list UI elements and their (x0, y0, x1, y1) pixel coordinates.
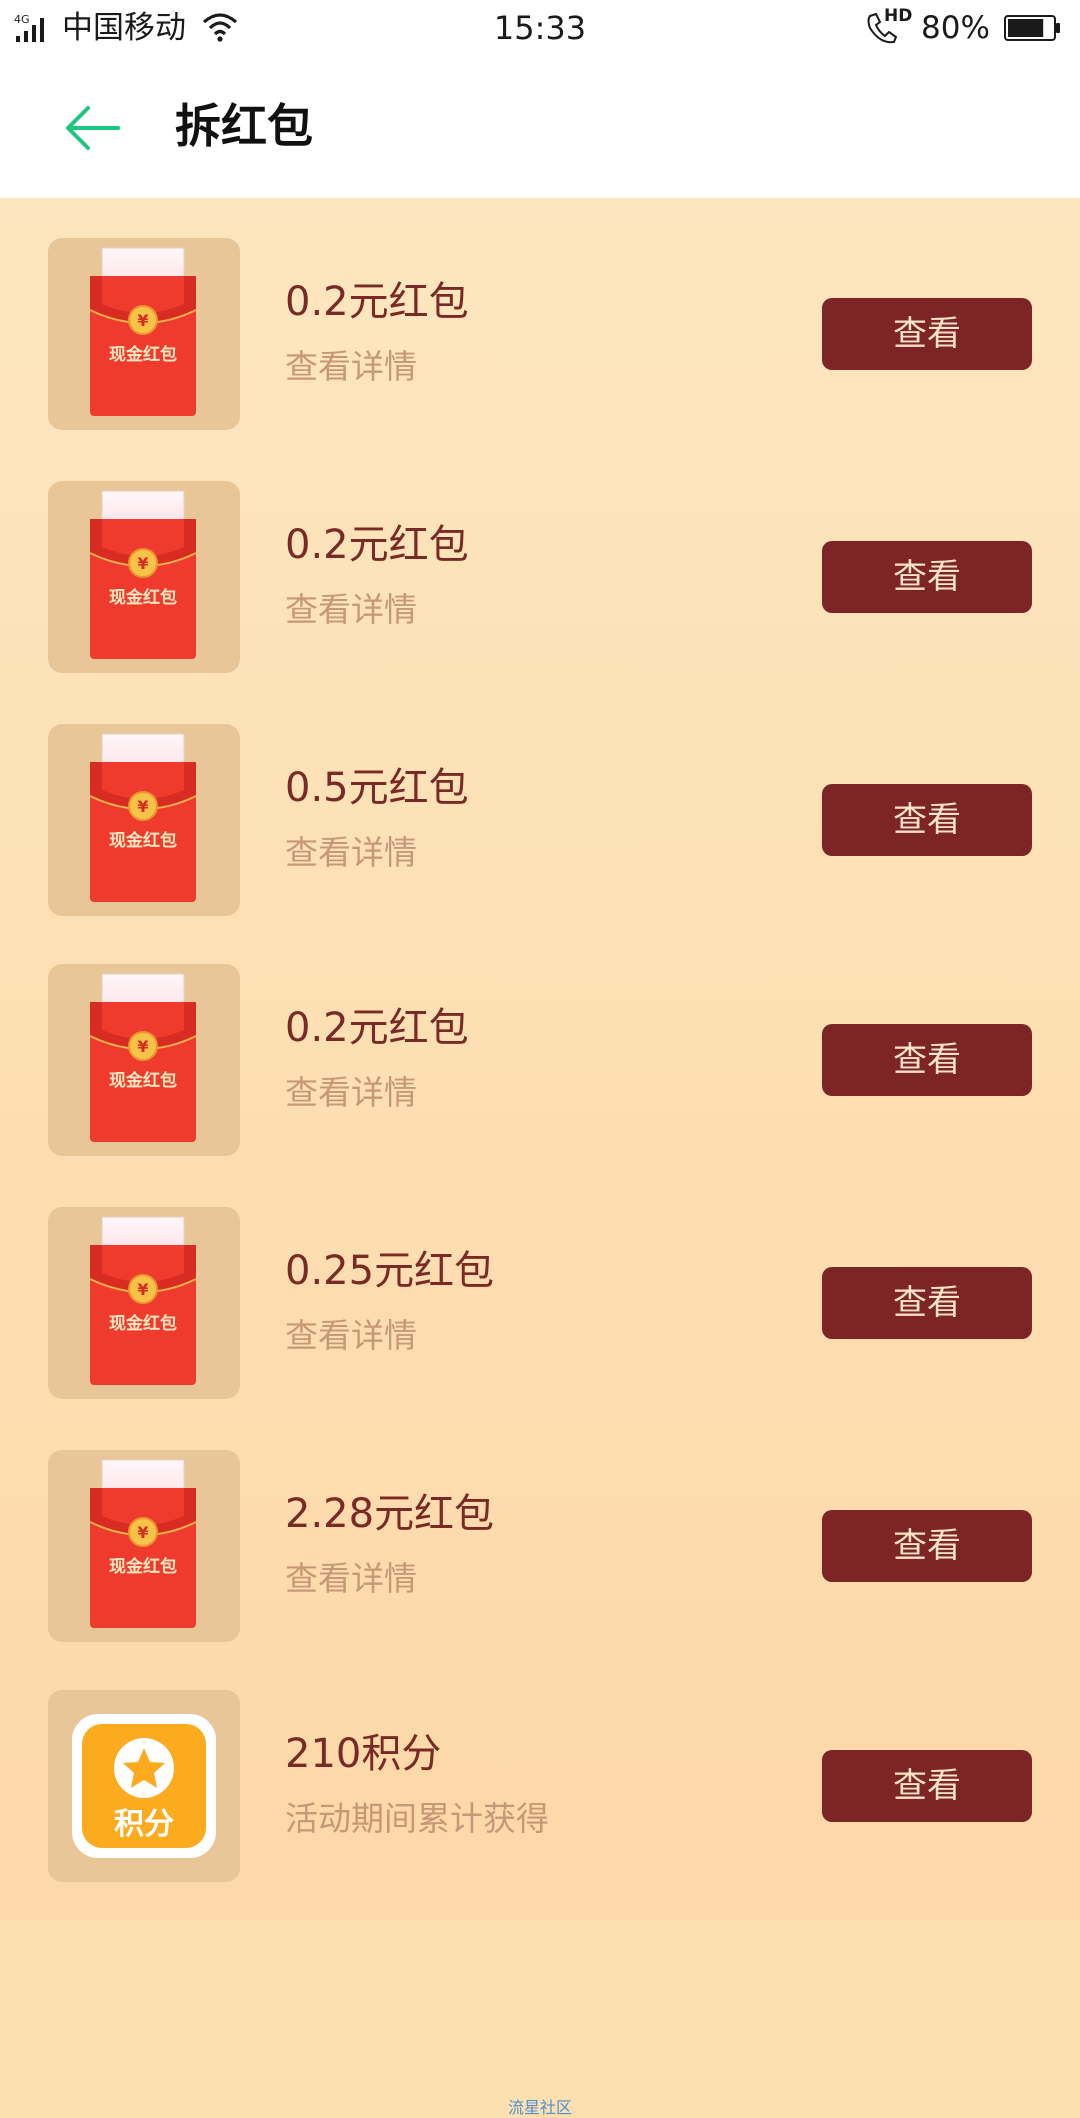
reward-list-item: 积分 210积分 活动期间累计获得 查看 (0, 1690, 1080, 1882)
reward-subtitle: 查看详情 (285, 833, 417, 872)
battery-percentage: 80% (921, 10, 990, 46)
envelope-label: 现金红包 (109, 1313, 177, 1334)
view-button[interactable]: 查看 (822, 1510, 1032, 1582)
yuan-symbol: ¥ (137, 554, 148, 573)
reward-title: 0.2元红包 (285, 1005, 469, 1051)
yuan-symbol: ¥ (137, 797, 148, 816)
clock: 15:33 (493, 9, 587, 47)
status-bar: 4G 中国移动 15:33 HD 80% (0, 0, 1080, 58)
reward-title: 0.2元红包 (285, 522, 469, 568)
reward-subtitle: 查看详情 (285, 1559, 417, 1598)
reward-thumbnail: ¥ 现金红包 (48, 238, 240, 430)
envelope-label: 现金红包 (109, 1556, 177, 1577)
red-envelope-icon: ¥ 现金红包 (89, 1459, 197, 1628)
reward-thumbnail: ¥ 现金红包 (48, 964, 240, 1156)
reward-title: 210积分 (285, 1731, 442, 1777)
hd-voice-label: HD (884, 6, 913, 26)
reward-subtitle: 查看详情 (285, 590, 417, 629)
yuan-symbol: ¥ (137, 311, 148, 330)
reward-thumbnail: ¥ 现金红包 (48, 1207, 240, 1399)
back-arrow-icon[interactable] (64, 102, 122, 154)
reward-list-item: ¥ 现金红包 0.25元红包 查看详情 查看 (0, 1207, 1080, 1399)
watermark-text: 流星社区 (507, 2098, 572, 2117)
reward-subtitle: 查看详情 (285, 1316, 417, 1355)
view-button[interactable]: 查看 (822, 1267, 1032, 1339)
reward-title: 2.28元红包 (285, 1491, 495, 1537)
points-icon: 积分 (72, 1714, 216, 1858)
yuan-symbol: ¥ (137, 1280, 148, 1299)
reward-thumbnail: ¥ 现金红包 (48, 1450, 240, 1642)
envelope-label: 现金红包 (109, 587, 177, 608)
red-envelope-icon: ¥ 现金红包 (89, 733, 197, 902)
points-icon-label: 积分 (114, 1807, 174, 1842)
red-envelope-icon: ¥ 现金红包 (89, 490, 197, 659)
reward-thumbnail: ¥ 现金红包 (48, 724, 240, 916)
red-envelope-icon: ¥ 现金红包 (89, 1216, 197, 1385)
view-button[interactable]: 查看 (822, 541, 1032, 613)
reward-title: 0.5元红包 (285, 765, 469, 811)
reward-thumbnail: ¥ 现金红包 (48, 481, 240, 673)
reward-title: 0.25元红包 (285, 1248, 495, 1294)
reward-thumbnail: 积分 (48, 1690, 240, 1882)
page-title: 拆红包 (175, 99, 313, 153)
red-envelope-icon: ¥ 现金红包 (89, 247, 197, 416)
view-button[interactable]: 查看 (822, 1024, 1032, 1096)
reward-subtitle: 查看详情 (285, 347, 417, 386)
reward-list-item: ¥ 现金红包 0.2元红包 查看详情 查看 (0, 964, 1080, 1156)
envelope-label: 现金红包 (109, 344, 177, 365)
reward-list-item: ¥ 现金红包 2.28元红包 查看详情 查看 (0, 1450, 1080, 1642)
view-button[interactable]: 查看 (822, 1750, 1032, 1822)
envelope-label: 现金红包 (109, 830, 177, 851)
envelope-label: 现金红包 (109, 1070, 177, 1091)
reward-list-item: ¥ 现金红包 0.2元红包 查看详情 查看 (0, 238, 1080, 430)
reward-list-item: ¥ 现金红包 0.2元红包 查看详情 查看 (0, 481, 1080, 673)
battery-icon (1004, 15, 1060, 41)
view-button[interactable]: 查看 (822, 784, 1032, 856)
reward-subtitle: 活动期间累计获得 (285, 1799, 549, 1838)
view-button[interactable]: 查看 (822, 298, 1032, 370)
yuan-symbol: ¥ (137, 1523, 148, 1542)
reward-list-item: ¥ 现金红包 0.5元红包 查看详情 查看 (0, 724, 1080, 916)
app-header: 拆红包 (0, 58, 1080, 198)
reward-subtitle: 查看详情 (285, 1073, 417, 1112)
reward-list: ¥ 现金红包 0.2元红包 查看详情 查看 ¥ 现金红包 0.2元红包 查看详情 查… (0, 198, 1080, 2117)
red-envelope-icon: ¥ 现金红包 (89, 973, 197, 1142)
reward-title: 0.2元红包 (285, 279, 469, 325)
yuan-symbol: ¥ (137, 1037, 148, 1056)
